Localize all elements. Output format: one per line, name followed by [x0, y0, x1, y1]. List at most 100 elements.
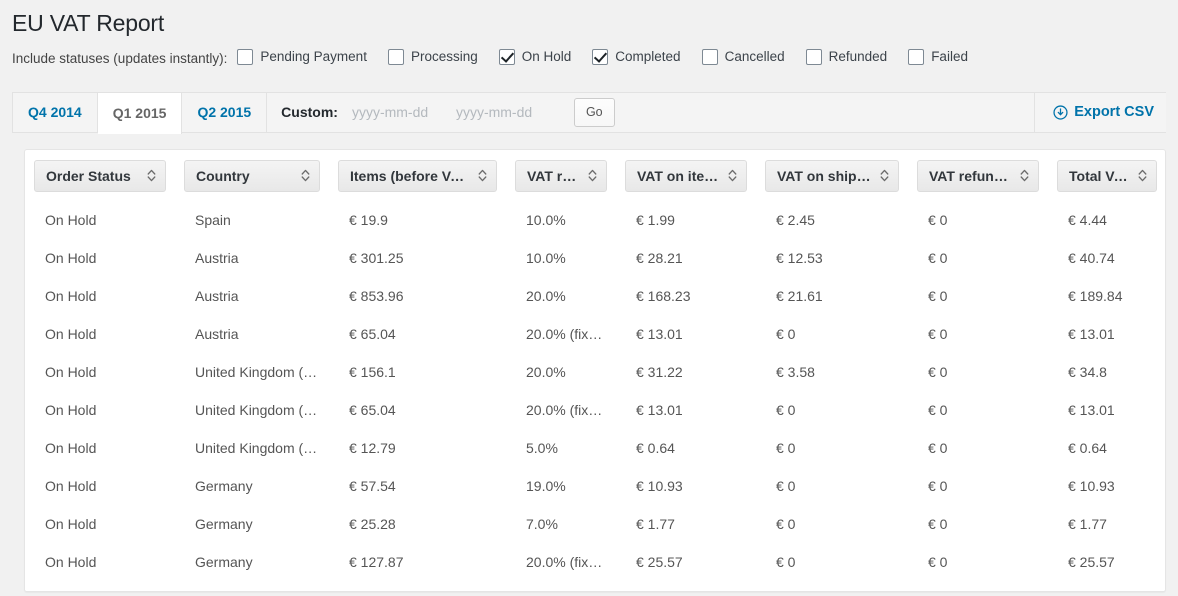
status-filter-cancelled[interactable]: Cancelled: [701, 48, 785, 65]
table-cell: € 3.58: [776, 363, 815, 380]
status-filter-pending-payment[interactable]: Pending Payment: [237, 48, 367, 65]
period-tab-q2-2015[interactable]: Q2 2015: [182, 92, 268, 132]
sort-arrows-icon[interactable]: [478, 169, 487, 182]
status-filter-label: Include statuses (updates instantly):: [12, 50, 228, 66]
checkbox-icon[interactable]: [498, 48, 515, 65]
table-cell: € 0: [776, 439, 796, 456]
table-cell: € 13.01: [636, 325, 683, 342]
sort-arrows-icon[interactable]: [1020, 169, 1029, 182]
table-cell: € 1.99: [636, 211, 675, 228]
table-cell: Germany: [195, 553, 253, 570]
column-header-label: VAT on shipping: [777, 167, 872, 184]
column-header-vat-on-shipping[interactable]: VAT on shipping: [756, 150, 908, 201]
checkbox-icon[interactable]: [805, 48, 822, 65]
status-filter-label: On Hold: [521, 49, 572, 65]
column-header-button[interactable]: Country: [184, 159, 320, 192]
table-cell: € 0: [928, 515, 948, 532]
table-cell: € 25.28: [349, 515, 396, 532]
column-header-button[interactable]: VAT on items: [625, 159, 747, 192]
table-row: On Hold Austria € 65.04 20.0% (fixed) € 13.0…: [25, 314, 1165, 353]
checkbox-icon[interactable]: [237, 48, 254, 65]
table-cell: On Hold: [45, 553, 97, 570]
table-cell: United Kingdom (UK): [195, 363, 328, 380]
table-cell: € 31.22: [636, 363, 683, 380]
status-filter-failed[interactable]: Failed: [908, 48, 968, 65]
column-header-button[interactable]: VAT rate: [515, 159, 607, 192]
column-header-label: VAT refunded: [929, 167, 1012, 184]
go-button[interactable]: Go: [573, 98, 615, 127]
column-header-button[interactable]: Items (before VAT): [338, 159, 497, 192]
column-header-vat-on-items[interactable]: VAT on items: [616, 150, 756, 201]
table-cell: € 0: [928, 439, 948, 456]
sort-arrows-icon[interactable]: [1138, 169, 1147, 182]
column-header-items-before-vat[interactable]: Items (before VAT): [329, 150, 506, 201]
column-header-label: Country: [196, 167, 250, 184]
checkbox-icon[interactable]: [908, 48, 925, 65]
column-header-order-status[interactable]: Order Status: [25, 150, 175, 201]
table-cell: 10.0%: [506, 581, 616, 591]
period-tab-q4-2014[interactable]: Q4 2014: [12, 92, 98, 132]
table-cell: € 28.21: [636, 249, 683, 266]
table-cell: 10.0%: [526, 211, 566, 228]
date-from-input[interactable]: [349, 100, 454, 125]
table-cell: On Hold: [45, 249, 97, 266]
column-header-country[interactable]: Country: [175, 150, 329, 201]
table-cell: United Kingdom (UK): [195, 439, 328, 456]
sort-arrows-icon[interactable]: [147, 169, 156, 182]
checkbox-icon[interactable]: [387, 48, 404, 65]
report-table-panel: Order Status Country Items (before VAT) VAT…: [24, 148, 1166, 592]
table-cell: On Hold: [45, 439, 97, 456]
checkbox-icon[interactable]: [592, 48, 609, 65]
table-cell: € 0: [776, 515, 796, 532]
table-cell: € 25.57: [636, 553, 683, 570]
status-filter-on-hold[interactable]: On Hold: [498, 48, 572, 65]
table-cell: € 13.01: [1068, 401, 1115, 418]
sort-arrows-icon[interactable]: [301, 169, 310, 182]
table-cell: € 0.64: [636, 439, 675, 456]
table-cell: Germany: [195, 477, 253, 494]
table-header-row: Order Status Country Items (before VAT) VAT…: [25, 150, 1165, 201]
sort-arrows-icon[interactable]: [728, 169, 737, 182]
table-cell: Austria: [195, 249, 239, 266]
column-header-button[interactable]: VAT on shipping: [765, 159, 899, 192]
export-block: Export CSV: [1034, 92, 1166, 132]
table-cell: € 1.34: [616, 581, 756, 591]
period-toolbar: Q4 2014Q1 2015Q2 2015 Custom: Go Export …: [12, 91, 1166, 134]
table-cell: € 34.8: [1068, 363, 1107, 380]
status-filter-processing[interactable]: Processing: [387, 48, 478, 65]
custom-range-label: Custom:: [281, 104, 338, 121]
table-cell: € 0: [928, 325, 948, 342]
column-header-label: Order Status: [46, 167, 131, 184]
table-cell: € 127.87: [349, 553, 404, 570]
column-header-button[interactable]: Total VAT: [1057, 159, 1157, 192]
table-body: On Hold Spain € 19.9 10.0% € 1.99 € 2.45 € 0 € …: [25, 200, 1165, 591]
date-to-input[interactable]: [453, 100, 558, 125]
table-cell: € 1.77: [1068, 515, 1107, 532]
column-header-vat-refunded[interactable]: VAT refunded: [908, 150, 1048, 201]
export-csv-button[interactable]: Export CSV: [1053, 104, 1154, 120]
status-filter-label: Pending Payment: [260, 49, 367, 65]
table-cell: € 0: [928, 287, 948, 304]
table-cell: € 10.93: [636, 477, 683, 494]
column-header-button[interactable]: VAT refunded: [917, 159, 1039, 192]
column-header-button[interactable]: Order Status: [34, 159, 166, 192]
status-filter-refunded[interactable]: Refunded: [805, 48, 887, 65]
table-cell: € 0: [928, 211, 948, 228]
column-header-label: VAT on items: [637, 167, 720, 184]
period-tabbar: Q4 2014Q1 2015Q2 2015 Custom: Go Export …: [12, 91, 1166, 134]
sort-arrows-icon[interactable]: [588, 169, 597, 182]
table-cell: 20.0%: [526, 363, 566, 380]
column-header-total-vat[interactable]: Total VAT: [1048, 150, 1165, 201]
table-cell: € 1.77: [636, 515, 675, 532]
table-cell: € 189.84: [1068, 287, 1123, 304]
column-header-vat-rate[interactable]: VAT rate: [506, 150, 616, 201]
status-filter-completed[interactable]: Completed: [592, 48, 681, 65]
table-cell: On Hold: [45, 287, 97, 304]
checkbox-icon[interactable]: [701, 48, 718, 65]
table-cell: € 0: [776, 553, 796, 570]
sort-arrows-icon[interactable]: [880, 169, 889, 182]
status-filter-label: Cancelled: [724, 49, 785, 65]
period-tab-q1-2015[interactable]: Q1 2015: [97, 91, 183, 134]
table-cell: € 2.45: [776, 211, 815, 228]
table-cell: 20.0%: [526, 287, 566, 304]
